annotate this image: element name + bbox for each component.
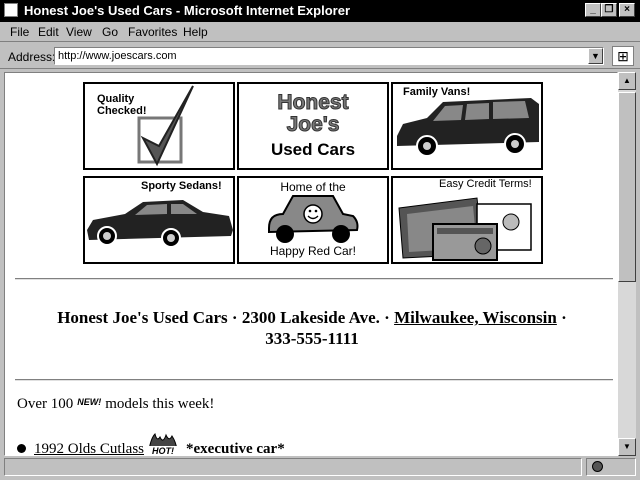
menu-go[interactable]: Go	[102, 25, 118, 39]
listing-item: 1992 Olds Cutlass HOT! *executive car*	[17, 433, 285, 456]
logo-line-1: Honest	[277, 91, 349, 114]
menu-view[interactable]: View	[66, 25, 92, 39]
happy-car-label: Happy Red Car!	[269, 244, 357, 258]
globe-icon	[592, 461, 603, 472]
close-button[interactable]: ×	[619, 3, 635, 17]
image-grid: Quality Checked! Honest Joe's Used Cars …	[83, 82, 545, 264]
menu-favorites[interactable]: Favorites	[128, 25, 177, 39]
headline-part-1: Honest Joe's Used Cars · 2300 Lakeside A…	[57, 308, 395, 327]
arrow-up-icon: ▲	[623, 76, 631, 85]
divider-bottom	[15, 379, 613, 381]
menu-help[interactable]: Help	[183, 25, 208, 39]
sedan-icon	[87, 200, 233, 248]
divider-top	[15, 278, 613, 280]
scroll-up-button[interactable]: ▲	[618, 72, 636, 90]
scroll-down-button[interactable]: ▼	[618, 438, 636, 456]
page-viewport: Quality Checked! Honest Joe's Used Cars …	[4, 72, 618, 456]
van-icon	[397, 98, 539, 157]
promo-after: models this week!	[105, 396, 215, 412]
promo-line: Over 100 NEW! models this week!	[17, 396, 214, 413]
window-title: Honest Joe's Used Cars - Microsoft Inter…	[24, 3, 351, 18]
family-vans-tile[interactable]: Family Vans!	[391, 82, 543, 170]
new-badge: NEW!	[77, 397, 102, 407]
checkmark-icon	[137, 85, 194, 167]
car-listing-link[interactable]: 1992 Olds Cutlass	[34, 441, 144, 455]
arrow-down-icon: ▼	[623, 442, 631, 451]
listing-note: *executive car*	[186, 441, 285, 456]
address-label: Address:	[8, 50, 56, 64]
vertical-scrollbar[interactable]: ▲ ▼	[618, 72, 636, 456]
logo-line-3: Used Cars	[270, 140, 356, 159]
scroll-thumb[interactable]	[618, 92, 636, 282]
logo-line-2: Joe's	[286, 113, 340, 136]
easy-credit-tile[interactable]: Easy Credit Terms!	[391, 176, 543, 264]
address-bar: Address: http://www.joescars.com ▼ ⊞	[0, 43, 640, 69]
menu-bar: File Edit View Go Favorites Help	[0, 22, 640, 42]
happy-red-car-tile[interactable]: Home of the Happy Red Car!	[237, 176, 389, 264]
chevron-down-icon: ▼	[591, 51, 600, 61]
status-text-pane	[4, 458, 582, 476]
bullet-icon	[17, 444, 26, 453]
logo-tile[interactable]: Honest Joe's Used Cars	[237, 82, 389, 170]
logo-text: Honest Joe's	[239, 91, 387, 136]
business-headline: Honest Joe's Used Cars · 2300 Lakeside A…	[5, 307, 617, 349]
restore-button[interactable]: ❐	[601, 3, 617, 17]
credit-card-wallet-icon	[398, 197, 532, 261]
address-dropdown-button[interactable]: ▼	[588, 48, 603, 64]
address-input[interactable]: http://www.joescars.com	[54, 47, 604, 65]
hot-badge: HOT!	[146, 433, 180, 455]
title-bar: Honest Joe's Used Cars - Microsoft Inter…	[0, 0, 640, 22]
status-zone-pane	[586, 458, 636, 476]
menu-edit[interactable]: Edit	[38, 25, 59, 39]
city-link[interactable]: Milwaukee, Wisconsin	[394, 308, 557, 327]
status-bar	[0, 456, 640, 480]
sporty-sedans-tile[interactable]: Sporty Sedans!	[83, 176, 235, 264]
promo-before: Over 100	[17, 396, 74, 412]
ie-icon[interactable]	[4, 3, 18, 17]
phone-number: 333-555-1111	[265, 329, 359, 348]
minimize-button[interactable]: _	[585, 3, 601, 17]
hot-badge-label: HOT!	[147, 446, 180, 455]
quality-checked-tile[interactable]: Quality Checked!	[83, 82, 235, 170]
windows-logo-icon: ⊞	[612, 46, 634, 66]
headline-part-2: ·	[556, 308, 567, 327]
menu-file[interactable]: File	[10, 25, 29, 39]
